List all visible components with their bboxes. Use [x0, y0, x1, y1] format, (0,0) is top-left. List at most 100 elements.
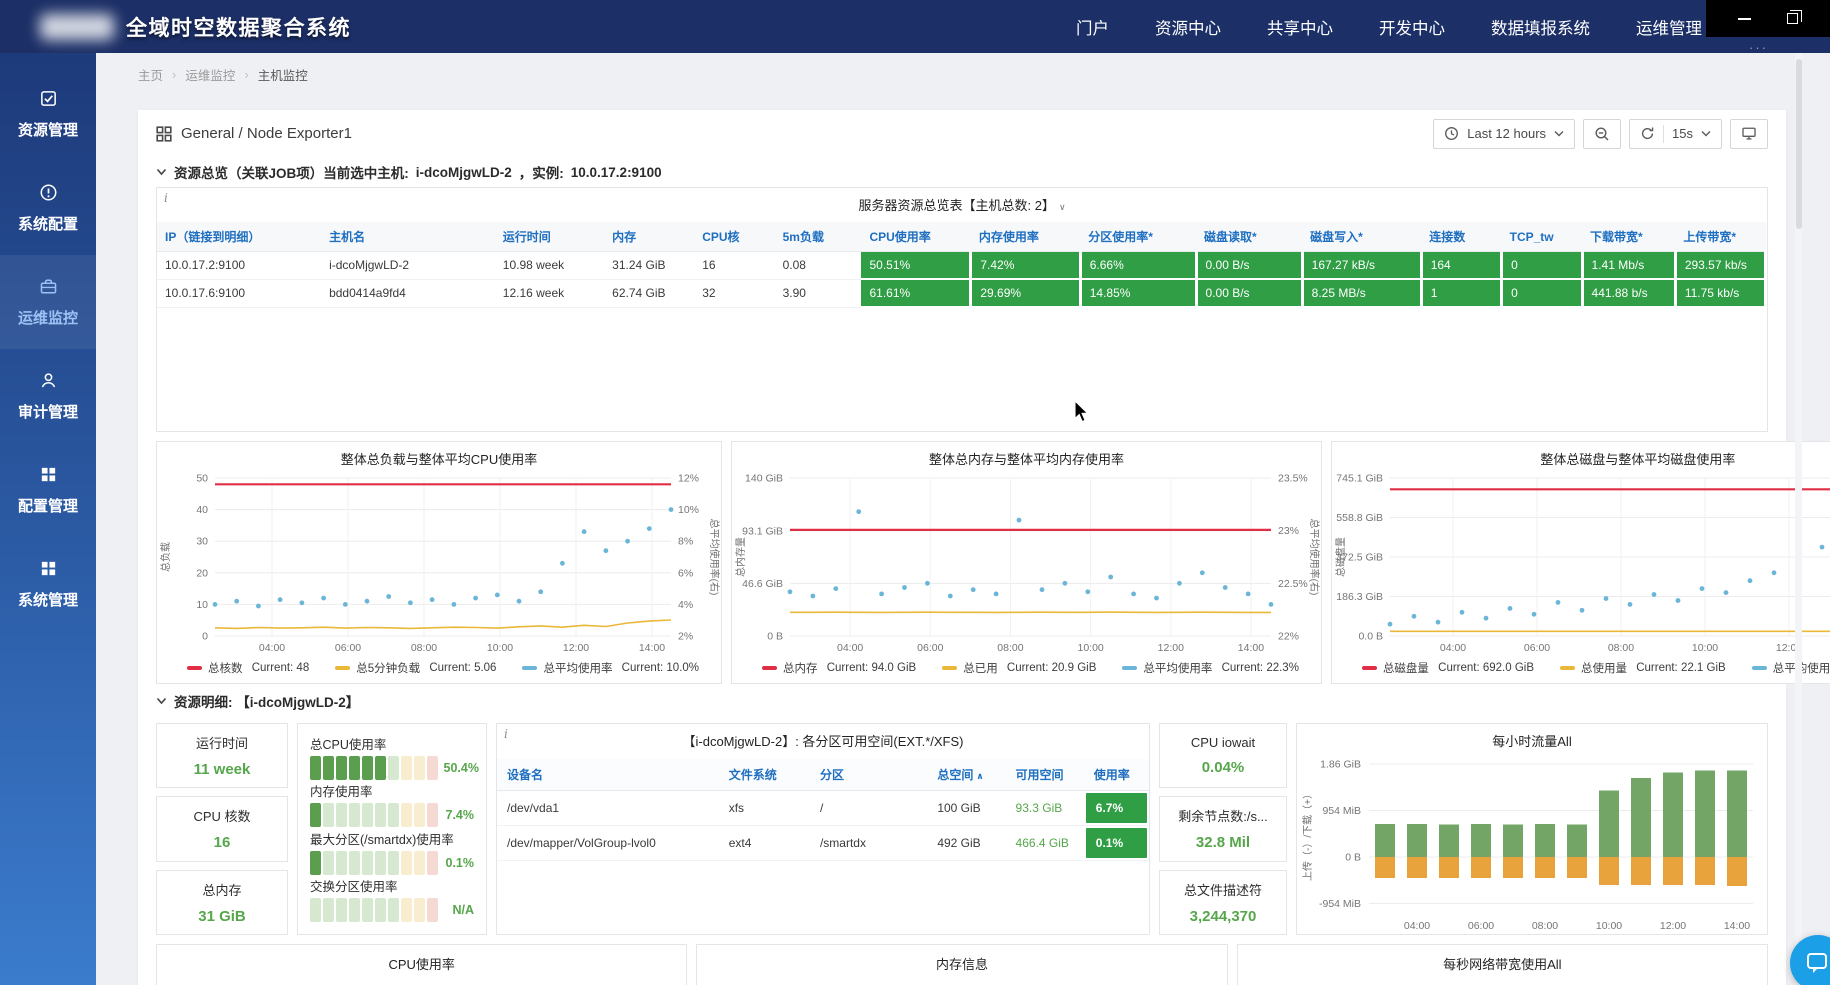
column-header[interactable]: 5m负载: [775, 222, 862, 252]
legend-entry[interactable]: 总平均使用率 Current: 10.0%: [522, 660, 699, 676]
table-row: /dev/mapper/VolGroup-lvol0ext4/smartdx49…: [497, 826, 1149, 861]
top-nav-item[interactable]: 共享中心: [1267, 15, 1333, 39]
series-point: [1017, 518, 1022, 523]
gauge-segment: [414, 851, 425, 875]
column-header[interactable]: CPU核: [694, 222, 774, 252]
section-detail-header[interactable]: 资源明细: 【i-dcoMjgwLD-2】: [156, 684, 1768, 718]
sidebar-item-系统配置[interactable]: 系统配置: [0, 161, 96, 255]
chart-title: 整体总磁盘与整体平均磁盘使用率: [1332, 442, 1830, 468]
svg-text:20: 20: [196, 567, 208, 579]
svg-text:10:00: 10:00: [487, 642, 513, 654]
ip-link-cell[interactable]: 10.0.17.2:9100: [157, 252, 321, 280]
sidebar-item-系统管理[interactable]: 系统管理: [0, 537, 96, 631]
collapse-chevron-icon: [156, 168, 167, 176]
dashboard-title[interactable]: General / Node Exporter1: [181, 125, 352, 142]
dashboard-grid-icon[interactable]: [156, 126, 172, 142]
table-cell: 0.1%: [1084, 826, 1149, 861]
column-header[interactable]: 上传带宽*: [1675, 222, 1765, 252]
column-header[interactable]: 总空间∧: [927, 759, 1005, 791]
series-point: [604, 548, 609, 553]
column-header[interactable]: 设备名: [497, 759, 719, 791]
server-table-title[interactable]: 服务器资源总览表【主机总数: 2】∨: [157, 188, 1767, 214]
legend-entry[interactable]: 总核数 Current: 48: [187, 660, 309, 676]
column-header[interactable]: 运行时间: [495, 222, 604, 252]
chart-plot[interactable]: 0.0 B186.3 GiB372.5 GiB558.8 GiB745.1 Gi…: [1332, 468, 1830, 656]
column-header[interactable]: TCP_tw: [1502, 222, 1582, 252]
column-header[interactable]: 分区: [810, 759, 927, 791]
svg-text:12:00: 12:00: [563, 642, 589, 654]
app-titlebar: 全域时空数据聚合系统 门户资源中心共享中心开发中心数据填报系统运维管理 ···: [0, 0, 1830, 53]
breadcrumb-item[interactable]: 主机监控: [258, 65, 308, 84]
stat-label: CPU 核数: [193, 806, 250, 825]
legend-entry[interactable]: 总平均使用率 Current: 22.3%: [1122, 660, 1299, 676]
column-header[interactable]: CPU使用率: [861, 222, 970, 252]
top-nav-item[interactable]: 开发中心: [1379, 15, 1445, 39]
page-scrollbar[interactable]: [1795, 53, 1802, 985]
chart-plot[interactable]: 1.86 GiB954 MiB0 B-954 MiB04:0006:0008:0…: [1297, 750, 1767, 934]
time-range-picker[interactable]: Last 12 hours: [1433, 119, 1575, 149]
legend-color-dash: [522, 666, 537, 670]
stat-label: 总文件描述符: [1184, 880, 1262, 899]
svg-text:14:00: 14:00: [639, 642, 665, 654]
column-header[interactable]: 内存使用率: [971, 222, 1080, 252]
app-logo: [40, 14, 114, 40]
table-cell: 14.85%: [1080, 279, 1196, 307]
gauge-segments: [310, 756, 438, 780]
chart-plot[interactable]: 0 B46.6 GiB93.1 GiB140 GiB22%22.5%23%23.…: [732, 468, 1321, 656]
gauge-segment: [401, 756, 412, 780]
legend-color-dash: [762, 666, 777, 670]
sidebar-item-审计管理[interactable]: 审计管理: [0, 349, 96, 443]
chart-plot[interactable]: 010203040502%4%6%8%10%12%04:0006:0008:00…: [157, 468, 721, 656]
legend-entry[interactable]: 总内存 Current: 94.0 GiB: [762, 660, 916, 676]
legend-entry[interactable]: 总磁盘量 Current: 692.0 GiB: [1362, 660, 1534, 676]
sidebar-item-配置管理[interactable]: 配置管理: [0, 443, 96, 537]
scrollbar-thumb[interactable]: [1796, 59, 1802, 229]
legend-entry[interactable]: 总已用 Current: 20.9 GiB: [942, 660, 1096, 676]
section-overview-header[interactable]: 资源总览（关联JOB项）当前选中主机: i-dcoMjgwLD-2，实例: 10…: [156, 157, 1768, 187]
column-header[interactable]: 主机名: [321, 222, 495, 252]
column-header[interactable]: 连接数: [1421, 222, 1501, 252]
column-header[interactable]: 文件系统: [719, 759, 810, 791]
gauge-segment: [323, 756, 334, 780]
zoom-out-button[interactable]: [1583, 119, 1621, 149]
column-header[interactable]: 使用率: [1084, 759, 1149, 791]
series-point: [669, 507, 674, 512]
chevron-down-icon: [1554, 130, 1564, 137]
sidebar-item-资源管理[interactable]: 资源管理: [0, 67, 96, 161]
refresh-control[interactable]: 15s: [1629, 119, 1722, 149]
column-header[interactable]: IP（链接到明细）: [157, 222, 321, 252]
svg-text:8%: 8%: [678, 536, 693, 548]
legend-entry[interactable]: 总平均使用率 Current: 3.3%: [1752, 660, 1830, 676]
top-nav-item[interactable]: 运维管理: [1636, 15, 1702, 39]
top-nav-item[interactable]: 门户: [1076, 15, 1109, 39]
series-point: [213, 602, 218, 607]
info-icon[interactable]: i: [504, 727, 508, 741]
breadcrumb-item[interactable]: 运维监控: [185, 65, 235, 84]
svg-text:08:00: 08:00: [1608, 642, 1634, 654]
svg-text:10:00: 10:00: [1596, 920, 1622, 932]
table-header-row: 设备名文件系统分区总空间∧可用空间使用率: [497, 759, 1149, 791]
svg-text:93.1 GiB: 93.1 GiB: [742, 525, 783, 537]
column-header[interactable]: 内存: [604, 222, 694, 252]
minimize-button[interactable]: [1738, 18, 1751, 20]
column-header[interactable]: 磁盘读取*: [1196, 222, 1302, 252]
sidebar-item-运维监控[interactable]: 运维监控: [0, 255, 96, 349]
column-header[interactable]: 磁盘写入*: [1302, 222, 1421, 252]
top-nav-item[interactable]: 资源中心: [1155, 15, 1221, 39]
table-cell: 61.61%: [861, 279, 970, 307]
info-icon[interactable]: i: [164, 191, 168, 205]
table-cell: 50.51%: [861, 252, 970, 280]
ip-link-cell[interactable]: 10.0.17.6:9100: [157, 279, 321, 307]
series-point: [343, 602, 348, 607]
table-row: /dev/vda1xfs/100 GiB93.3 GiB6.7%: [497, 791, 1149, 826]
column-header[interactable]: 可用空间: [1006, 759, 1084, 791]
table-cell: ext4: [719, 826, 810, 861]
column-header[interactable]: 分区使用率*: [1080, 222, 1196, 252]
legend-entry[interactable]: 总5分钟负载 Current: 5.06: [335, 660, 496, 676]
tv-mode-button[interactable]: [1730, 119, 1768, 149]
top-nav-item[interactable]: 数据填报系统: [1491, 15, 1590, 39]
restore-button[interactable]: [1787, 13, 1798, 24]
legend-entry[interactable]: 总使用量 Current: 22.1 GiB: [1560, 660, 1726, 676]
column-header[interactable]: 下载带宽*: [1582, 222, 1675, 252]
breadcrumb-item[interactable]: 主页: [138, 65, 163, 84]
